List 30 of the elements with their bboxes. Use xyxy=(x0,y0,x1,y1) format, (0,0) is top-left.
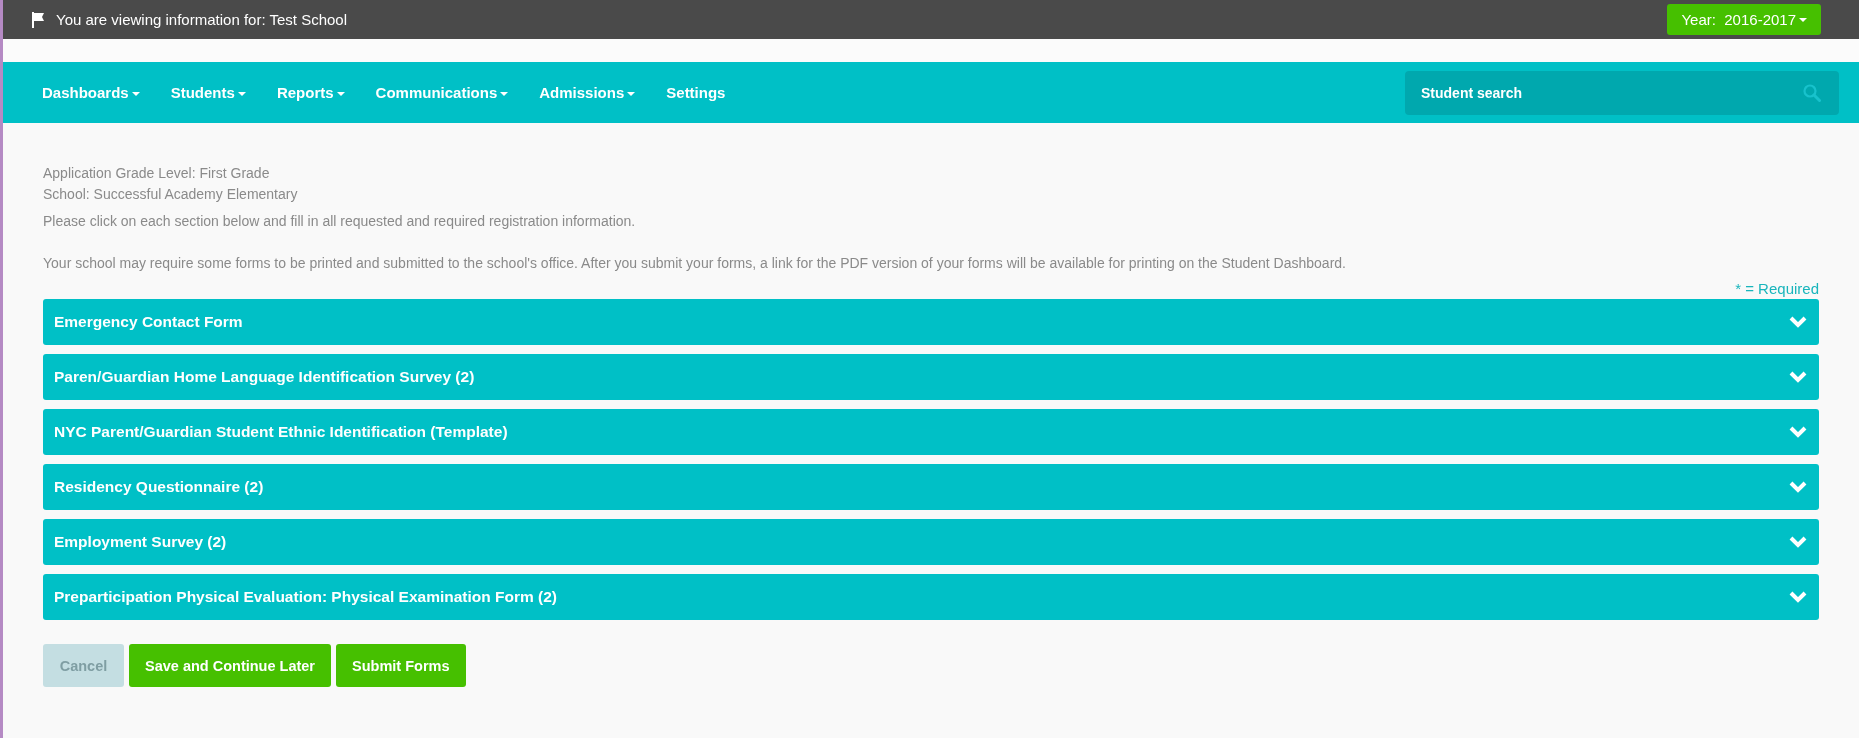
student-search-field[interactable]: Student search xyxy=(1405,70,1839,115)
form-section-header[interactable]: Employment Survey (2) xyxy=(43,519,1819,565)
chevron-down-icon xyxy=(1789,371,1807,383)
submit-button[interactable]: Submit Forms xyxy=(336,644,466,687)
chevron-down-icon xyxy=(1789,316,1807,328)
grade-level-text: Application Grade Level: First Grade xyxy=(43,164,271,183)
year-dropdown[interactable]: Year: 2016-2017 xyxy=(1667,4,1821,35)
nav-menu-item[interactable]: Dashboards xyxy=(42,84,140,101)
nav-menu-item[interactable]: Reports xyxy=(276,84,345,101)
nav-menu-item[interactable]: Settings xyxy=(666,84,726,101)
save-continue-button[interactable]: Save and Continue Later xyxy=(129,644,331,687)
chevron-down-icon xyxy=(1789,536,1807,548)
form-section-header[interactable]: Preparticipation Physical Evaluation: Physical Examination Form (2) xyxy=(43,574,1819,620)
form-section-header[interactable]: Paren/Guardian Home Language Identification Survey (2) xyxy=(43,354,1819,400)
viewing-info-text: You are viewing information for: Test School xyxy=(56,11,347,28)
flag-icon xyxy=(31,11,45,28)
school-text: School: Successful Academy Elementary xyxy=(43,185,299,204)
chevron-down-icon xyxy=(1789,591,1807,603)
instructions-text: Please click on each section below and fill in all requested and required registration information. xyxy=(43,212,637,231)
form-section-header[interactable]: Emergency Contact Form xyxy=(43,299,1819,345)
required-legend: * = Required xyxy=(1735,280,1819,297)
chevron-down-icon xyxy=(1789,481,1807,493)
search-icon xyxy=(1803,83,1821,102)
nav-menu-item[interactable]: Admissions xyxy=(539,84,636,101)
form-section-header[interactable]: Residency Questionnaire (2) xyxy=(43,464,1819,510)
nav-menu-item[interactable]: Students xyxy=(170,84,246,101)
form-section-header[interactable]: NYC Parent/Guardian Student Ethnic Identification (Template) xyxy=(43,409,1819,455)
chevron-down-icon xyxy=(1789,426,1807,438)
nav-menu-item[interactable]: Communications xyxy=(375,84,509,101)
forms-note-text: Your school may require some forms to be printed and submitted to the school's office. After you submit your forms, a link for the PDF version of your forms will be available for printing on the Student Dashboard. xyxy=(43,254,1347,273)
